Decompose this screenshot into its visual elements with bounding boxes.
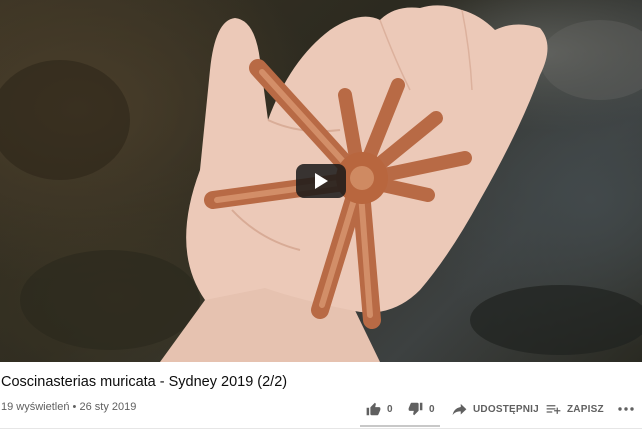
share-arrow-icon [452,403,467,415]
video-title: Coscinasterias muricata - Sydney 2019 (2… [1,374,288,390]
publish-date: 26 sty 2019 [79,401,137,413]
more-actions-button[interactable] [618,407,634,411]
dislike-button[interactable]: 0 [408,402,435,416]
play-button[interactable] [296,164,346,198]
view-count: 19 wyświetleń [1,401,70,413]
sentiment-bar [360,425,440,427]
dislike-count: 0 [429,403,435,415]
video-meta: 19 wyświetleń • 26 sty 2019 [1,401,136,413]
share-button[interactable]: UDOSTĘPNIJ [452,403,539,416]
like-count: 0 [387,403,393,415]
share-label: UDOSTĘPNIJ [473,403,539,415]
more-horizontal-icon [618,407,634,411]
save-button[interactable]: ZAPISZ [546,403,604,416]
video-player[interactable] [0,0,642,362]
play-icon [315,173,328,189]
playlist-add-icon [546,404,561,414]
like-button[interactable]: 0 [366,402,393,416]
thumb-up-icon [366,402,381,416]
video-actions: 0 0 UDOSTĘPNIJ ZAPISZ [360,396,642,422]
thumb-down-icon [408,402,423,416]
divider [0,428,642,429]
save-label: ZAPISZ [567,403,604,415]
meta-separator: • [72,401,77,413]
